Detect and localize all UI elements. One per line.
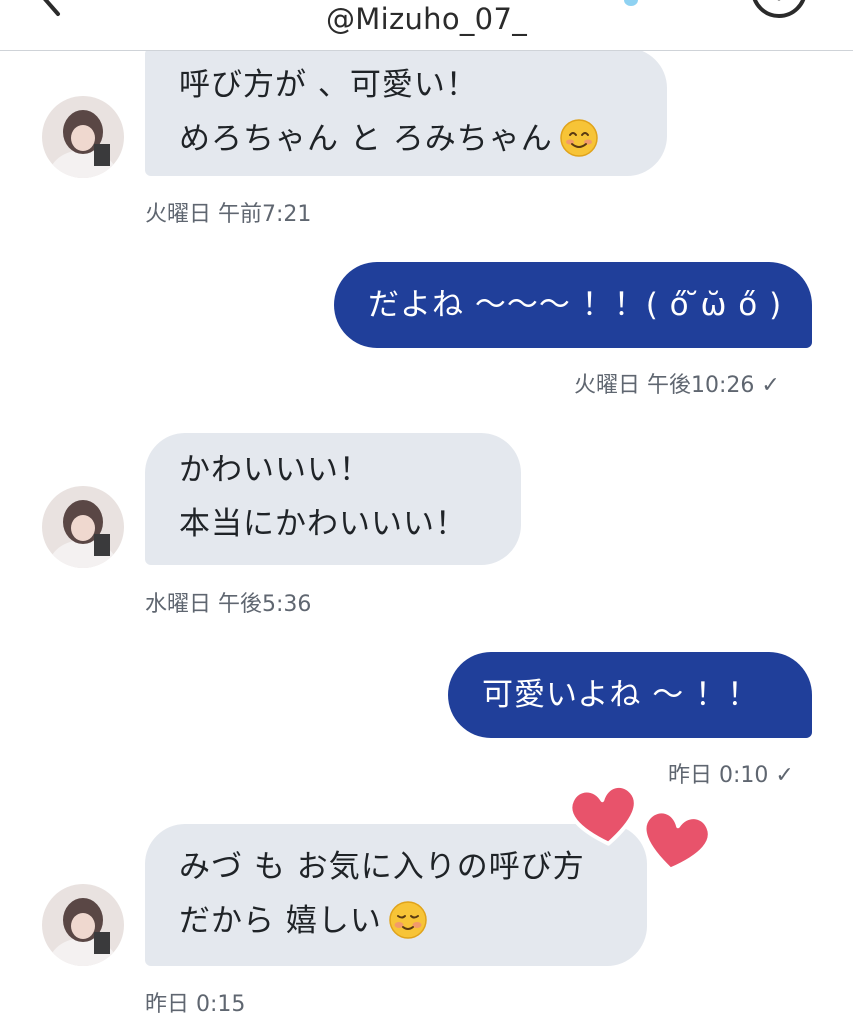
message-text: かわいいい！ (179, 452, 371, 488)
message-text-line: だから 嬉しい (179, 894, 613, 948)
avatar-photo (42, 884, 124, 966)
message-bubble-outgoing[interactable]: 可愛いよね 〜 ！！ (448, 652, 812, 738)
smiling-face-emoji (559, 118, 598, 157)
message-text: 本当にかわいいい！ (179, 506, 467, 542)
message-text: 呼び方が 、可愛い！ (179, 67, 478, 103)
message-bubble-incoming[interactable]: かわいいい！ 本当にかわいいい！ (145, 433, 521, 565)
message-text: だから 嬉しい (179, 903, 382, 939)
message-text: みづ も お気に入りの呼び方 (179, 849, 585, 885)
message-timestamp: 火曜日 午後10:26 ✓ (574, 373, 780, 398)
two-pink-hearts-icon (568, 783, 712, 872)
message-bubble-outgoing[interactable]: だよね 〜〜〜 ！！( ő ̆ω̆ ő ) (334, 262, 812, 348)
message-timestamp: 火曜日 午前7:21 (145, 202, 312, 227)
message-text: だよね 〜〜〜 ！！( ő ̆ω̆ ő ) (368, 287, 783, 323)
message-text: 可愛いよね 〜 ！！ (482, 677, 760, 713)
conversation-header: @Mizuho_07_ (0, 0, 853, 51)
message-timestamp: 昨日 0:15 (145, 992, 246, 1017)
avatar-photo (42, 486, 124, 568)
dm-conversation-screen: @Mizuho_07_ 呼び方が 、可愛い！ めろちゃん と ろみちゃん 火曜日… (0, 0, 853, 1024)
contact-avatar[interactable] (42, 884, 124, 966)
message-text: めろちゃん と ろみちゃん (179, 121, 553, 157)
avatar-photo (42, 96, 124, 178)
message-text-line: めろちゃん と ろみちゃん (179, 112, 633, 166)
message-timestamp: 水曜日 午後5:36 (145, 592, 312, 617)
conversation-handle[interactable]: @Mizuho_07_ (0, 2, 853, 36)
info-button[interactable] (746, 0, 812, 24)
contact-avatar[interactable] (42, 486, 124, 568)
message-bubble-incoming[interactable]: 呼び方が 、可愛い！ めろちゃん と ろみちゃん (145, 48, 667, 176)
relieved-smiling-face-emoji (389, 900, 427, 939)
info-circle-icon (752, 0, 806, 18)
contact-avatar[interactable] (42, 96, 124, 178)
